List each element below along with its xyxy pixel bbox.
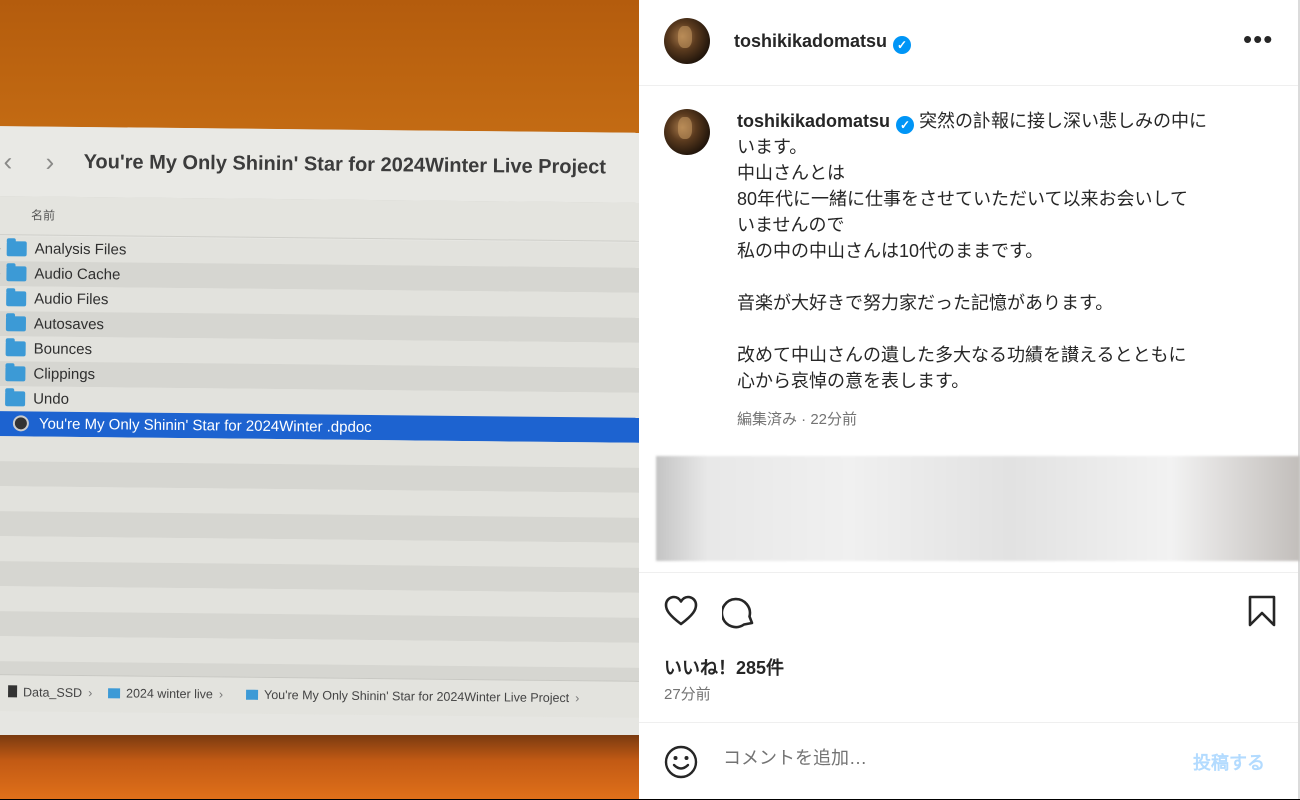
caption-text: 中山さんとは xyxy=(737,160,1257,186)
path-crumb: Data_SSD› xyxy=(8,685,92,700)
comment-bar: 投稿する xyxy=(639,722,1298,800)
file-name: You're My Only Shinin' Star for 2024Wint… xyxy=(39,416,372,436)
file-name: Undo xyxy=(33,390,69,407)
caption: toshikikadomatsu✓ 突然の訃報に接し深い悲しみの中に います。 … xyxy=(737,108,1257,394)
file-list: › Analysis Files › Audio Cache › Audio File… xyxy=(0,236,639,693)
caption-username[interactable]: toshikikadomatsu✓ xyxy=(737,111,914,131)
caption-text: 心から哀悼の意を表します。 xyxy=(737,368,1257,394)
folder-icon xyxy=(6,291,26,306)
comment-icon[interactable] xyxy=(722,595,756,634)
caption-text: いませんので xyxy=(737,212,1257,238)
folder-icon xyxy=(6,316,26,331)
more-options-icon[interactable]: ••• xyxy=(1243,26,1273,52)
disk-icon xyxy=(8,685,17,697)
file-name: Clippings xyxy=(33,365,95,383)
post-time[interactable]: 27分前 xyxy=(664,683,711,704)
caption-text xyxy=(737,264,1257,290)
likes-count[interactable]: いいね！285件 xyxy=(664,654,784,680)
avatar[interactable] xyxy=(664,18,710,64)
finder-title: You're My Only Shinin' Star for 2024Wint… xyxy=(84,151,607,179)
folder-icon xyxy=(6,341,26,356)
finder-window: ‹ › You're My Only Shinin' Star for 2024… xyxy=(0,126,639,745)
caption-text: 突然の訃報に接し深い悲しみの中に xyxy=(919,111,1207,131)
file-name: Audio Cache xyxy=(34,265,120,283)
path-crumb: You're My Only Shinin' Star for 2024Wint… xyxy=(246,688,579,705)
disclosure-icon: › xyxy=(0,290,1,305)
file-name: Audio Files xyxy=(34,290,108,308)
post-comment-button[interactable]: 投稿する xyxy=(1193,749,1265,775)
folder-icon xyxy=(7,241,27,256)
caption-text: います。 xyxy=(737,134,1257,160)
username-link[interactable]: toshikikadomatsu✓ xyxy=(734,31,911,54)
photo-background xyxy=(0,735,639,799)
heart-icon[interactable] xyxy=(664,595,698,632)
caption-text: 私の中の中山さんは10代のままです。 xyxy=(737,238,1257,264)
file-name: Bounces xyxy=(34,340,93,358)
back-arrow-icon: ‹ xyxy=(3,146,12,177)
comment-input[interactable] xyxy=(721,747,1165,770)
caption-text: 80年代に一緒に仕事をさせていただいて以来お会いして xyxy=(737,186,1257,212)
path-bar: Data_SSD› 2024 winter live› You're My On… xyxy=(0,674,639,718)
caption-text: 音楽が大好きで努力家だった記憶があります。 xyxy=(737,290,1257,316)
disclosure-icon: › xyxy=(0,265,1,280)
column-header-name: 名前 xyxy=(31,206,55,223)
caption-text xyxy=(737,316,1257,342)
disclosure-icon: › xyxy=(0,240,1,255)
bookmark-icon[interactable] xyxy=(1248,595,1276,632)
file-name: Analysis Files xyxy=(35,240,127,258)
blurred-content xyxy=(656,456,1300,561)
action-bar xyxy=(639,572,1298,653)
path-crumb: 2024 winter live› xyxy=(108,686,223,701)
folder-icon xyxy=(5,366,25,381)
verified-badge-icon: ✓ xyxy=(893,36,911,54)
post-header: toshikikadomatsu✓ ••• xyxy=(639,0,1298,86)
caption-text: 改めて中山さんの遺した多大なる功績を讃えるとともに xyxy=(737,342,1257,368)
file-name: Autosaves xyxy=(34,315,104,333)
verified-badge-icon: ✓ xyxy=(896,116,914,134)
folder-icon xyxy=(246,690,258,700)
document-icon xyxy=(13,415,29,431)
caption-avatar[interactable] xyxy=(664,109,710,155)
forward-arrow-icon: › xyxy=(45,147,54,178)
folder-icon xyxy=(5,391,25,406)
column-header: 名前 xyxy=(0,196,639,242)
post-panel: toshikikadomatsu✓ ••• toshikikadomatsu✓ … xyxy=(639,0,1300,799)
folder-icon xyxy=(108,688,120,698)
caption-meta: 編集済み · 22分前 xyxy=(737,408,857,429)
folder-icon xyxy=(6,266,26,281)
finder-toolbar: ‹ › You're My Only Shinin' Star for 2024… xyxy=(0,126,639,204)
emoji-icon[interactable] xyxy=(664,745,698,784)
post-photo: ‹ › You're My Only Shinin' Star for 2024… xyxy=(0,0,639,799)
